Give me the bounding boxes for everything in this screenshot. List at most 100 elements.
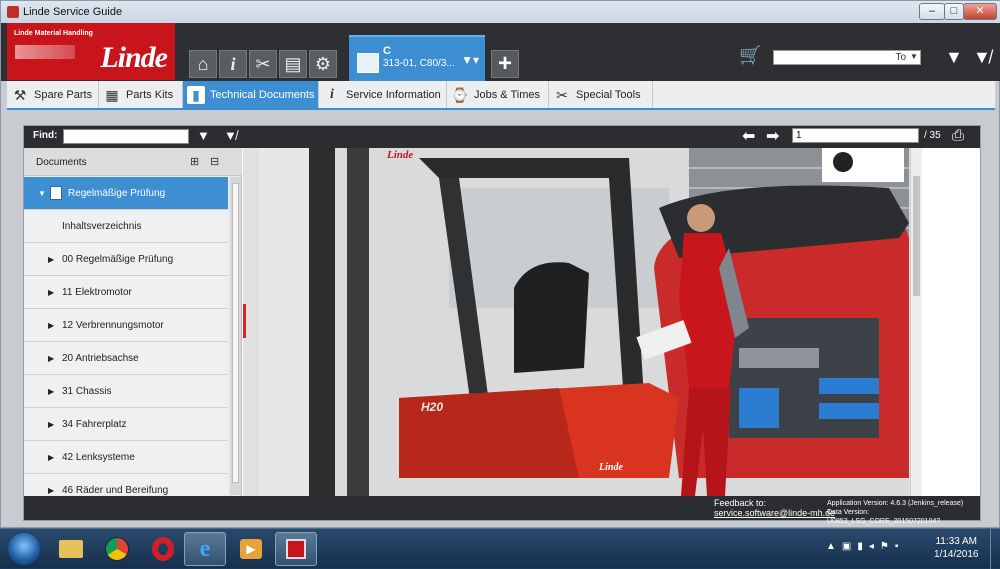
clear-filter-icon[interactable]: ▼̸ — [224, 128, 237, 143]
start-button[interactable] — [8, 533, 40, 565]
tree-scrollbar[interactable] — [230, 177, 241, 495]
gear-icon[interactable]: ⚙ — [309, 50, 337, 78]
previous-page-icon[interactable]: ⬅ — [742, 126, 755, 146]
documents-title: Documents — [36, 157, 87, 168]
chevron-right-icon[interactable]: ▶ — [48, 255, 58, 264]
app-window: Linde Service Guide – □ ✕ Linde Material… — [0, 0, 1000, 528]
app-version: Application Version: 4.6.3 (Jenkins_rele… — [827, 500, 964, 507]
tree-item[interactable]: ▶ 34 Fahrerplatz — [24, 408, 228, 441]
document-tree: ▼ Regelmäßige Prüfung Inhaltsverzeichnis… — [24, 177, 230, 495]
tree-item[interactable]: Inhaltsverzeichnis — [24, 210, 228, 243]
documents-header: Documents ⊞ ⊟ — [24, 148, 242, 176]
data-version: Data Version: U0853_LSG_CORE_20150720104… — [827, 509, 941, 525]
tree-item[interactable]: ▶ 46 Räder und Bereifung — [24, 474, 228, 495]
clear-filter-icon[interactable]: ▼̸ — [973, 47, 991, 68]
linde-logo: Linde Material Handling Linde — [7, 23, 175, 80]
feedback-email-link[interactable]: service.software@linde-mh.de — [714, 508, 835, 518]
collapse-all-icon[interactable]: ⊟ — [210, 155, 224, 169]
filter-icon[interactable]: ▼ — [945, 47, 963, 68]
chevron-right-icon[interactable]: ▶ — [48, 387, 58, 396]
tab-technical-documents[interactable]: ▮ Technical Documents — [183, 81, 319, 108]
tree-item[interactable]: ▶ 00 Regelmäßige Prüfung — [24, 243, 228, 276]
tab-parts-kits[interactable]: ▦ Parts Kits — [99, 81, 183, 108]
tree-item[interactable]: ▶ 42 Lenksysteme — [24, 441, 228, 474]
model-line2: 313-01, C80/3... — [383, 58, 455, 69]
windows-explorer-icon[interactable] — [50, 532, 92, 566]
page-scrollbar[interactable] — [910, 148, 922, 496]
windows-taskbar: e ▶ ▲▣▮◂⚑▪ 11:33 AM 1/14/2016 — [0, 528, 1000, 569]
info-icon: i — [330, 86, 334, 102]
forklift-model-icon — [357, 53, 379, 73]
app-header: Linde Material Handling Linde ⌂ i ✂ ▤ ⚙ … — [1, 23, 1000, 81]
brand-logo-text: Linde — [100, 41, 168, 74]
tools-icon: ✂ — [556, 86, 568, 103]
close-button[interactable]: ✕ — [963, 3, 997, 20]
app-icon — [7, 6, 19, 18]
status-footer: Feedback to: service.software@linde-mh.d… — [24, 496, 980, 525]
find-input[interactable] — [63, 129, 189, 144]
minimize-button[interactable]: – — [919, 3, 945, 20]
chrome-icon[interactable] — [96, 532, 138, 566]
mast-brand-label: Linde — [386, 149, 413, 161]
chevron-right-icon[interactable]: ▶ — [48, 321, 58, 330]
tree-item[interactable]: ▶ 31 Chassis — [24, 375, 228, 408]
document-icon: ▮ — [187, 85, 205, 104]
home-icon[interactable]: ⌂ — [189, 50, 217, 78]
tree-item[interactable]: ▶ 11 Elektromotor — [24, 276, 228, 309]
documents-panel: Documents ⊞ ⊟ ▼ Regelmäßige Prüfung Inha… — [24, 148, 242, 496]
chevron-down-icon[interactable]: ▼ — [38, 189, 46, 198]
feedback-block: Feedback to: service.software@linde-mh.d… — [714, 498, 835, 518]
model-badge-label: H20 — [421, 400, 443, 414]
info-icon[interactable]: i — [219, 50, 247, 78]
cart-icon[interactable]: 🛒 — [739, 45, 761, 66]
system-tray[interactable]: ▲▣▮◂⚑▪ — [826, 541, 904, 552]
maximize-button[interactable]: □ — [944, 3, 964, 20]
tab-special-tools[interactable]: ✂ Special Tools — [549, 81, 653, 108]
tab-spare-parts[interactable]: ⚒ Spare Parts — [7, 81, 99, 108]
version-info: Application Version: 4.6.3 (Jenkins_rele… — [827, 499, 980, 526]
page-number-input[interactable]: 1 — [792, 128, 919, 143]
tree-item[interactable]: ▶ 12 Verbrennungsmotor — [24, 309, 228, 342]
spare-parts-icon: ⚒ — [13, 86, 27, 103]
next-page-icon[interactable]: ➡ — [766, 126, 779, 146]
filter-dropdown-icon[interactable]: ▼▾ — [461, 53, 479, 67]
forklift-service-photo: Linde H20 Linde — [259, 148, 909, 496]
tree-item[interactable]: ▶ 20 Antriebsachse — [24, 342, 228, 375]
chevron-right-icon[interactable]: ▶ — [48, 288, 58, 297]
show-desktop-button[interactable] — [990, 529, 1000, 569]
title-bar: Linde Service Guide – □ ✕ — [1, 1, 1000, 23]
window-title: Linde Service Guide — [23, 6, 123, 18]
find-label: Find: — [33, 130, 58, 141]
forklift-icon[interactable]: ▤ — [279, 50, 307, 78]
brand-subtitle: Linde Material Handling — [14, 30, 93, 37]
search-input[interactable]: To — [773, 50, 921, 65]
internet-explorer-icon[interactable]: e — [184, 532, 226, 566]
feedback-label: Feedback to: — [714, 498, 767, 508]
body-brand-label: Linde — [598, 462, 623, 473]
expand-all-icon[interactable]: ⊞ — [190, 155, 204, 169]
page-total: / 35 — [924, 130, 941, 141]
document-page-image: Linde H20 Linde — [243, 148, 919, 496]
model-line1: C — [383, 45, 391, 57]
model-selector[interactable]: C 313-01, C80/3... ▼▾ — [349, 35, 485, 81]
chevron-right-icon[interactable]: ▶ — [48, 420, 58, 429]
chevron-right-icon[interactable]: ▶ — [48, 486, 58, 495]
chevron-right-icon[interactable]: ▶ — [48, 453, 58, 462]
chevron-down-icon[interactable]: ▼ — [910, 52, 918, 61]
print-icon[interactable]: ⎙ — [952, 127, 964, 144]
tree-item-regelmaessige-pruefung[interactable]: ▼ Regelmäßige Prüfung — [24, 177, 228, 210]
parts-kits-icon: ▦ — [105, 86, 119, 103]
clock-time: 11:33 AM — [935, 536, 977, 547]
chevron-right-icon[interactable]: ▶ — [48, 354, 58, 363]
linde-app-icon[interactable] — [275, 532, 317, 566]
tab-jobs-times[interactable]: ⌚ Jobs & Times — [447, 81, 549, 108]
tab-service-information[interactable]: i Service Information — [319, 81, 447, 108]
book-icon — [49, 186, 62, 200]
opera-icon[interactable] — [142, 532, 184, 566]
filter-icon[interactable]: ▼ — [197, 128, 210, 143]
main-tab-bar: ⚒ Spare Parts ▦ Parts Kits ▮ Technical D… — [7, 81, 995, 110]
tools-icon[interactable]: ✂ — [249, 50, 277, 78]
taskbar-clock[interactable]: 11:33 AM 1/14/2016 — [934, 535, 979, 561]
media-player-icon[interactable]: ▶ — [230, 532, 272, 566]
add-model-button[interactable]: + — [491, 50, 519, 78]
